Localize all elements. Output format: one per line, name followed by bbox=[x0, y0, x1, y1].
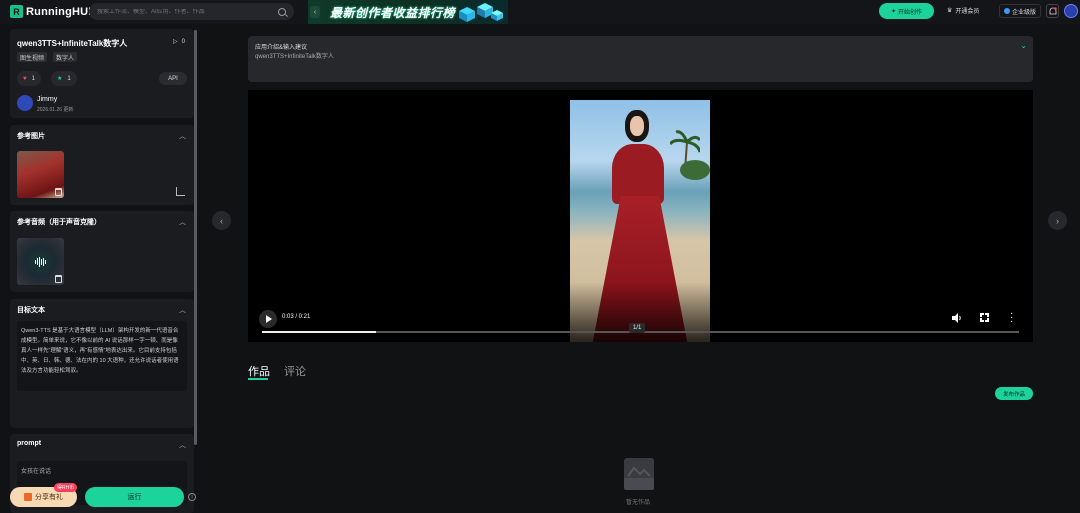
play-icon bbox=[266, 315, 272, 323]
ref-audio-card: 参考音频（用于声音克隆） ︿ bbox=[10, 211, 194, 292]
author-name[interactable]: Jimmy bbox=[37, 96, 57, 103]
logo-text: RunningHUB bbox=[26, 5, 97, 18]
play-icon: ▷ bbox=[173, 39, 178, 45]
content-tabs: 作品 评论 bbox=[248, 363, 306, 380]
publish-button[interactable]: 发布作品 bbox=[995, 387, 1033, 400]
logo-mark-icon: R bbox=[10, 5, 23, 18]
gift-icon bbox=[24, 493, 32, 501]
video-time: 0:03 / 0:21 bbox=[282, 314, 311, 320]
banner-text: 最新创作者收益排行榜 bbox=[330, 6, 456, 20]
top-bar: R RunningHUB ‹ 最新创作者收益排行榜 ✦ 开始创作 ♛ 开通会员 … bbox=[0, 0, 1080, 24]
chevron-up-icon[interactable]: ︿ bbox=[179, 217, 186, 227]
api-button[interactable]: API bbox=[159, 72, 187, 85]
notification-bell-icon[interactable] bbox=[1046, 4, 1059, 18]
tab-comments[interactable]: 评论 bbox=[284, 363, 306, 379]
desc-title: 应用介绍&输入建议 bbox=[255, 45, 308, 51]
volume-icon[interactable] bbox=[952, 313, 962, 323]
share-badge: 得RH币 bbox=[54, 483, 78, 492]
chevron-up-icon[interactable]: ︿ bbox=[179, 305, 186, 315]
prompt-title: prompt bbox=[17, 440, 42, 447]
video-progress-fill bbox=[262, 331, 376, 333]
chevron-up-icon[interactable]: ︿ bbox=[179, 131, 186, 141]
logo[interactable]: R RunningHUB bbox=[10, 5, 96, 18]
ref-image-thumbnail[interactable] bbox=[17, 151, 64, 198]
vip-label: 开通会员 bbox=[955, 9, 980, 15]
author-date: 2026.01.26 更新 bbox=[37, 107, 74, 113]
person-face bbox=[630, 116, 644, 136]
like-button[interactable]: ♥ 1 bbox=[17, 71, 41, 86]
sidebar-scrollbar[interactable] bbox=[194, 30, 197, 445]
trash-icon[interactable] bbox=[55, 188, 62, 196]
author-avatar[interactable] bbox=[17, 95, 33, 111]
next-arrow-button[interactable]: › bbox=[1048, 211, 1067, 230]
target-text-title: 目标文本 bbox=[17, 307, 45, 314]
page-indicator: 1/1 bbox=[629, 323, 646, 333]
app-description-card[interactable]: 应用介绍&输入建议 qwen3TTS+InfiniteTalk数字人 ⌄ bbox=[248, 36, 1033, 82]
crown-icon: ♛ bbox=[947, 8, 953, 14]
fullscreen-icon[interactable] bbox=[980, 313, 989, 322]
waveform-icon bbox=[35, 256, 46, 267]
search-box[interactable] bbox=[89, 3, 294, 20]
play-count-value: 0 bbox=[181, 38, 185, 45]
promo-banner[interactable]: ‹ 最新创作者收益排行榜 bbox=[308, 0, 508, 24]
chevron-left-icon[interactable]: ‹ bbox=[310, 6, 320, 18]
cubes-illustration-icon bbox=[459, 3, 503, 22]
enterprise-button[interactable]: 企业级版 bbox=[999, 4, 1042, 18]
video-player[interactable]: 0:03 / 0:21 · · · 1/1 bbox=[248, 90, 1033, 342]
search-input[interactable] bbox=[97, 8, 278, 15]
target-text-field[interactable]: Qwen3-TTS 是基于大语言模型（LLM）架构开发的新一代语音合成模型。简单… bbox=[17, 321, 187, 391]
start-create-button[interactable]: ✦ 开始创作 bbox=[879, 3, 934, 19]
favorite-count: 1 bbox=[67, 75, 71, 82]
ref-image-title: 参考图片 bbox=[17, 133, 45, 140]
share-label: 分享有礼 bbox=[35, 494, 63, 501]
tab-works[interactable]: 作品 bbox=[248, 363, 270, 380]
info-icon[interactable]: i bbox=[188, 493, 196, 501]
tag-digital-human[interactable]: 数字人 bbox=[53, 52, 78, 62]
like-count: 1 bbox=[31, 75, 35, 82]
play-button[interactable] bbox=[259, 310, 277, 328]
empty-text: 暂无作品 bbox=[626, 500, 651, 506]
star-icon: ★ bbox=[57, 76, 63, 82]
ref-audio-thumbnail[interactable] bbox=[17, 238, 64, 285]
crop-icon[interactable] bbox=[176, 187, 185, 196]
start-create-label: 开始创作 bbox=[898, 9, 923, 16]
chevron-double-down-icon[interactable]: ⌄ bbox=[1020, 41, 1027, 50]
app-info-card: qwen3TTS+InfiniteTalk数字人 ▷ 0 图生视频 数字人 ♥ … bbox=[10, 29, 194, 118]
run-button[interactable]: 运行 bbox=[85, 487, 184, 507]
more-options-icon[interactable]: · · · bbox=[1010, 309, 1013, 327]
heart-icon: ♥ bbox=[23, 75, 27, 82]
app-title: qwen3TTS+InfiniteTalk数字人 bbox=[17, 39, 128, 48]
enterprise-icon bbox=[1004, 8, 1010, 14]
chevron-up-icon[interactable]: ︿ bbox=[179, 440, 186, 450]
palm-tree-icon bbox=[680, 160, 710, 180]
empty-box-icon bbox=[624, 458, 654, 490]
video-controls-shade bbox=[248, 282, 1033, 342]
vip-link[interactable]: ♛ 开通会员 bbox=[947, 6, 979, 15]
dress-top bbox=[612, 144, 664, 204]
enterprise-label: 企业级版 bbox=[1012, 9, 1037, 16]
target-text-card: 目标文本 ︿ Qwen3-TTS 是基于大语言模型（LLM）架构开发的新一代语音… bbox=[10, 299, 194, 428]
user-avatar[interactable] bbox=[1064, 4, 1078, 18]
ref-image-card: 参考图片 ︿ bbox=[10, 125, 194, 205]
ref-audio-title: 参考音频（用于声音克隆） bbox=[17, 219, 101, 226]
sidebar: qwen3TTS+InfiniteTalk数字人 ▷ 0 图生视频 数字人 ♥ … bbox=[10, 29, 194, 513]
favorite-button[interactable]: ★ 1 bbox=[51, 71, 77, 86]
desc-subtitle: qwen3TTS+InfiniteTalk数字人 bbox=[255, 54, 334, 60]
play-count: ▷ 0 bbox=[173, 38, 185, 46]
search-icon[interactable] bbox=[278, 7, 286, 16]
prev-arrow-button[interactable]: ‹ bbox=[212, 211, 231, 230]
tag-image-to-video[interactable]: 图生视频 bbox=[17, 52, 48, 62]
trash-icon[interactable] bbox=[55, 275, 62, 283]
sparkle-icon: ✦ bbox=[890, 8, 896, 15]
